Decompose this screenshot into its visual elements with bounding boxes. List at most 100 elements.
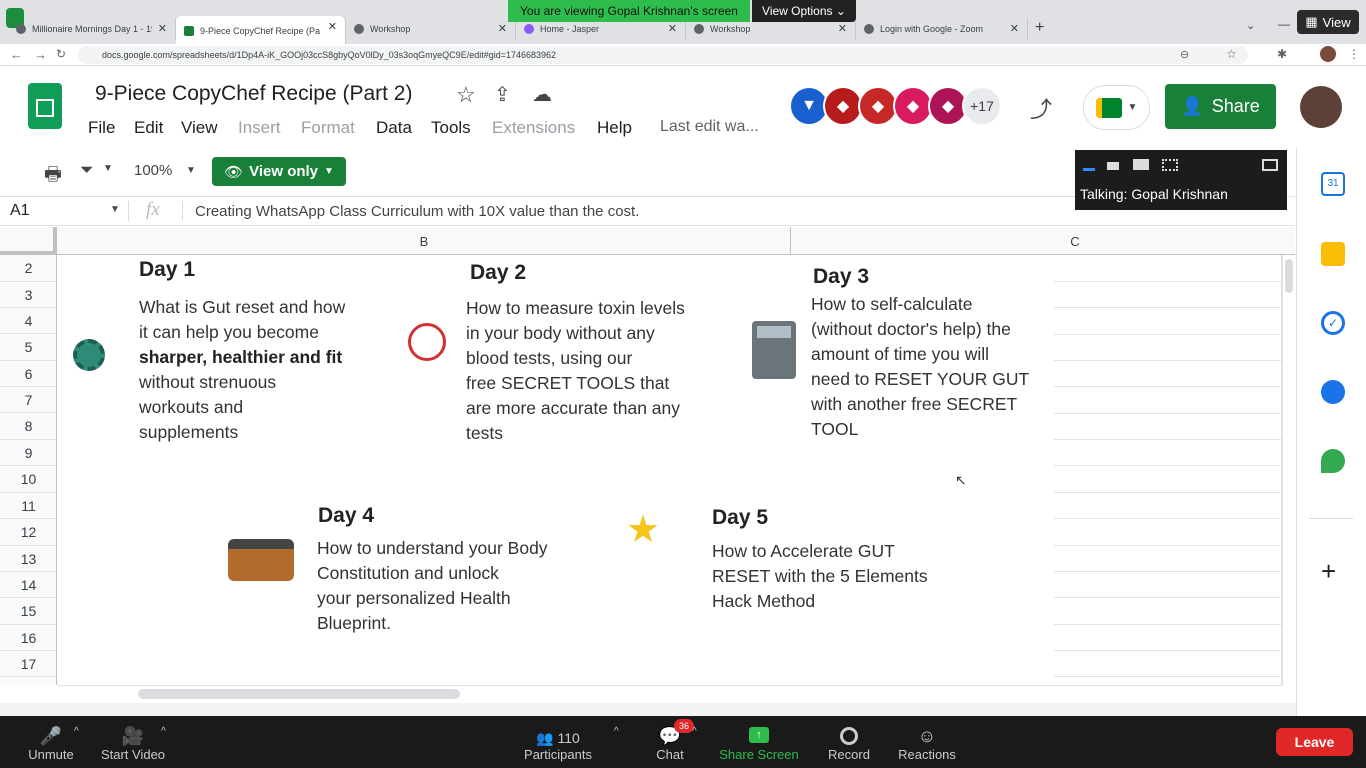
star-icon[interactable]: ☆ bbox=[456, 82, 476, 108]
activity-trend-icon[interactable]: ⤴ bbox=[1030, 92, 1052, 124]
participants-button[interactable]: 👥 110 Participants bbox=[520, 716, 596, 768]
collaborator-avatar[interactable]: ◆ bbox=[858, 86, 898, 126]
reload-icon[interactable]: ↻ bbox=[56, 47, 66, 61]
row-number[interactable]: 16 bbox=[0, 625, 56, 651]
record-button[interactable]: Record bbox=[824, 716, 874, 768]
close-icon[interactable]: ✕ bbox=[498, 22, 507, 35]
unmute-button[interactable]: 🎤 Unmute bbox=[24, 716, 78, 768]
close-icon[interactable]: ✕ bbox=[158, 22, 167, 35]
tab-sheet[interactable]: 9-Piece CopyChef Recipe (Part 2)✕ bbox=[176, 16, 346, 44]
row-number[interactable]: 15 bbox=[0, 598, 56, 625]
tab-search-icon[interactable]: ⌄ bbox=[1246, 19, 1255, 32]
chevron-up-icon[interactable]: ^ bbox=[614, 726, 619, 737]
row-number[interactable]: 8 bbox=[0, 413, 56, 440]
more-collaborators-badge[interactable]: +17 bbox=[962, 86, 1002, 126]
row-number[interactable]: 4 bbox=[0, 308, 56, 334]
calendar-icon[interactable]: 31 bbox=[1321, 172, 1345, 196]
print-icon[interactable]: 🖶 bbox=[44, 160, 62, 192]
last-edit-link[interactable]: Last edit wa... bbox=[660, 118, 759, 136]
forward-icon[interactable]: → bbox=[34, 47, 47, 62]
column-b-header[interactable]: B bbox=[58, 227, 791, 255]
move-icon[interactable]: ⇪ bbox=[494, 82, 511, 107]
reactions-button[interactable]: ☺ Reactions bbox=[896, 716, 958, 768]
tasks-icon[interactable]: ✓ bbox=[1321, 311, 1345, 335]
close-icon[interactable]: ✕ bbox=[1010, 22, 1019, 35]
row-number[interactable]: 13 bbox=[0, 546, 56, 572]
url-input[interactable]: docs.google.com/spreadsheets/d/1Dp4A-iK_… bbox=[78, 46, 1248, 64]
keep-icon[interactable] bbox=[1321, 242, 1345, 266]
leave-button[interactable]: Leave bbox=[1276, 728, 1353, 756]
close-icon[interactable]: ✕ bbox=[328, 20, 337, 33]
name-box[interactable]: A1 bbox=[10, 202, 30, 220]
speaker-view-icon[interactable] bbox=[1107, 162, 1119, 170]
tab-zoom-login[interactable]: Login with Google - Zoom ✕ bbox=[856, 18, 1028, 40]
back-icon[interactable]: ← bbox=[10, 47, 23, 62]
vertical-scrollbar[interactable] bbox=[1282, 255, 1295, 685]
row-number[interactable]: 9 bbox=[0, 440, 56, 466]
row-number[interactable]: 5 bbox=[0, 334, 56, 361]
menu-data[interactable]: Data bbox=[376, 118, 412, 138]
row-number[interactable]: 17 bbox=[0, 651, 56, 677]
new-tab-button[interactable]: + bbox=[1035, 19, 1044, 37]
share-button[interactable]: 👤 Share bbox=[1165, 84, 1276, 129]
zoom-view-button[interactable]: ▦ View bbox=[1297, 10, 1359, 34]
tab-workshop-1[interactable]: Workshop ✕ bbox=[346, 18, 516, 40]
row-number[interactable]: 7 bbox=[0, 387, 56, 413]
chevron-down-icon[interactable]: ▼ bbox=[103, 163, 113, 174]
start-video-button[interactable]: 🎥 Start Video bbox=[98, 716, 168, 768]
add-addon-icon[interactable]: + bbox=[1321, 556, 1336, 587]
zoom-icon[interactable]: ⊖ bbox=[1180, 48, 1189, 61]
formula-input[interactable]: Creating WhatsApp Class Curriculum with … bbox=[195, 203, 639, 220]
menu-format[interactable]: Format bbox=[301, 118, 355, 138]
scroll-thumb[interactable] bbox=[138, 689, 460, 699]
sheets-logo-icon[interactable] bbox=[28, 83, 62, 129]
row-number[interactable]: 11 bbox=[0, 493, 56, 519]
chevron-up-icon[interactable]: ^ bbox=[74, 726, 79, 737]
tab-millionaire[interactable]: Millionaire Mornings Day 1 - 19 ✕ bbox=[8, 18, 176, 40]
menu-help[interactable]: Help bbox=[597, 118, 632, 138]
document-title[interactable]: 9-Piece CopyChef Recipe (Part 2) bbox=[95, 82, 412, 106]
row-number[interactable]: 2 bbox=[0, 255, 56, 282]
maps-icon[interactable] bbox=[1321, 449, 1345, 473]
chevron-down-icon[interactable]: ▼ bbox=[186, 165, 196, 176]
horizontal-scrollbar[interactable] bbox=[58, 685, 1282, 703]
row-number[interactable]: 10 bbox=[0, 466, 56, 493]
share-screen-button[interactable]: ↑ Share Screen bbox=[716, 716, 802, 768]
menu-extensions[interactable]: Extensions bbox=[492, 118, 575, 138]
chevron-down-icon[interactable]: ▼ bbox=[110, 204, 120, 215]
chevron-up-icon[interactable]: ^ bbox=[692, 726, 697, 737]
zoom-select[interactable]: 100% bbox=[134, 162, 172, 179]
close-icon[interactable]: ✕ bbox=[668, 22, 677, 35]
more-icon[interactable]: ⋮ bbox=[1348, 47, 1360, 61]
gallery-small-icon[interactable] bbox=[1133, 159, 1149, 170]
row-number[interactable]: 6 bbox=[0, 361, 56, 387]
menu-tools[interactable]: Tools bbox=[431, 118, 471, 138]
filter-icon[interactable]: ⏷ bbox=[80, 160, 94, 180]
extensions-icon[interactable]: ✱ bbox=[1277, 47, 1287, 61]
profile-avatar[interactable] bbox=[1320, 46, 1336, 62]
minimize-video-icon[interactable] bbox=[1083, 168, 1095, 171]
collaborator-avatar[interactable]: ◆ bbox=[823, 86, 863, 126]
menu-edit[interactable]: Edit bbox=[134, 118, 163, 138]
exit-float-icon[interactable] bbox=[1262, 159, 1278, 171]
cloud-status-icon[interactable]: ☁ bbox=[532, 82, 552, 107]
select-all-corner[interactable] bbox=[0, 227, 57, 255]
contacts-icon[interactable] bbox=[1321, 380, 1345, 404]
chevron-up-icon[interactable]: ^ bbox=[161, 726, 166, 737]
menu-insert[interactable]: Insert bbox=[238, 118, 281, 138]
scroll-thumb[interactable] bbox=[1285, 259, 1293, 293]
view-only-button[interactable]: 👁 View only ▼ bbox=[212, 157, 346, 186]
collaborator-avatar[interactable]: ◆ bbox=[893, 86, 933, 126]
row-number[interactable]: 12 bbox=[0, 519, 56, 546]
gallery-view-icon[interactable] bbox=[1162, 159, 1178, 171]
sheet-grid[interactable]: Day 1 What is Gut reset and how it can h… bbox=[58, 255, 1282, 685]
close-icon[interactable]: ✕ bbox=[838, 22, 847, 35]
menu-file[interactable]: File bbox=[88, 118, 115, 138]
menu-view[interactable]: View bbox=[181, 118, 218, 138]
star-icon[interactable]: ☆ bbox=[1226, 47, 1237, 61]
meet-button[interactable]: ▼ bbox=[1083, 85, 1150, 130]
row-number[interactable]: 14 bbox=[0, 572, 56, 598]
minimize-button[interactable]: — bbox=[1278, 17, 1290, 31]
row-number[interactable]: 3 bbox=[0, 282, 56, 308]
column-c-header[interactable]: C bbox=[792, 227, 1358, 255]
